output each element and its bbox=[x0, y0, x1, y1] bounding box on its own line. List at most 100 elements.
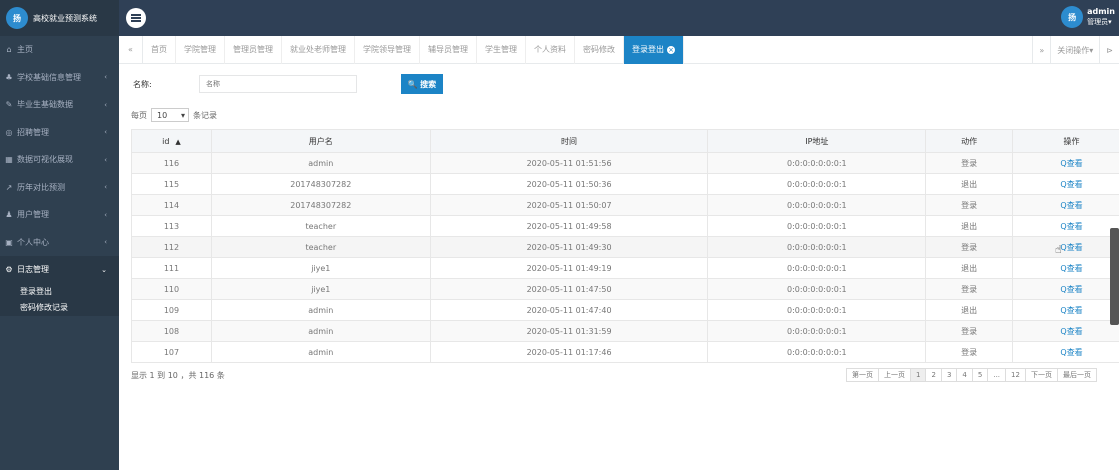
tab-admin[interactable]: 管理员管理 bbox=[225, 35, 282, 64]
page-ellipsis: ... bbox=[987, 368, 1007, 382]
cell-ip: 0:0:0:0:0:0:0:1 bbox=[707, 194, 927, 216]
column-header-ip[interactable]: IP地址 bbox=[707, 129, 927, 153]
column-header-operation: 操作 bbox=[1012, 129, 1119, 153]
chevron-left-icon: ‹ bbox=[104, 183, 107, 192]
column-header-username[interactable]: 用户名 bbox=[210, 129, 431, 153]
page-first-button[interactable]: 第一页 bbox=[846, 368, 879, 382]
sidebar-item-recruit[interactable]: ◎ 招聘管理 ‹ bbox=[0, 119, 119, 147]
tabs-scroll-right-button[interactable]: » bbox=[1032, 36, 1050, 64]
view-button[interactable]: Q查看 bbox=[1060, 201, 1082, 210]
page-number-button[interactable]: 4 bbox=[956, 368, 973, 382]
cell-time: 2020-05-11 01:17:46 bbox=[429, 341, 709, 363]
cell-time: 2020-05-11 01:50:07 bbox=[429, 194, 709, 216]
hand-cursor-icon: ☝ bbox=[1055, 243, 1062, 256]
tab-home[interactable]: 首页 bbox=[143, 35, 176, 64]
column-header-action[interactable]: 动作 bbox=[925, 129, 1014, 153]
cell-action: 登录 bbox=[925, 341, 1014, 363]
search-input[interactable] bbox=[199, 75, 357, 93]
chevron-left-icon: ‹ bbox=[104, 100, 107, 109]
user-menu[interactable]: 扬 admin 管理员▾ bbox=[1061, 6, 1115, 28]
pagination-info: 显示 1 到 10 ，共 116 条 bbox=[131, 371, 225, 380]
scrollbar-thumb[interactable] bbox=[1110, 228, 1119, 325]
logout-icon[interactable]: ⊳ bbox=[1099, 36, 1119, 64]
user-role: 管理员▾ bbox=[1087, 18, 1112, 26]
cell-id: 111 bbox=[131, 257, 212, 279]
trend-icon: ↗ bbox=[5, 182, 13, 192]
page-number-button[interactable]: 5 bbox=[971, 368, 989, 382]
tab-college-leader[interactable]: 学院领导管理 bbox=[355, 35, 420, 64]
tab-login-logout[interactable]: 登录登出 × bbox=[624, 35, 684, 64]
page-number-button[interactable]: 2 bbox=[925, 368, 942, 382]
gear-icon: ⚙ bbox=[5, 265, 13, 275]
sidebar-submenu-logs: 登录登出 密码修改记录 bbox=[0, 283, 119, 316]
table-header-row: id ▲ 用户名 时间 IP地址 动作 操作 bbox=[131, 129, 1119, 153]
view-button[interactable]: Q查看 bbox=[1060, 306, 1082, 315]
cell-action: 登录 bbox=[925, 320, 1014, 342]
column-header-id[interactable]: id ▲ bbox=[131, 129, 212, 153]
menu-toggle-button[interactable] bbox=[126, 8, 146, 28]
close-operations-dropdown[interactable]: 关闭操作▾ bbox=[1050, 36, 1099, 64]
sidebar-item-users[interactable]: ♟ 用户管理 ‹ bbox=[0, 201, 119, 229]
sidebar-item-logs[interactable]: ⚙ 日志管理 ⌄ bbox=[0, 256, 119, 284]
chevron-left-icon: ‹ bbox=[104, 238, 107, 247]
view-button[interactable]: Q查看 bbox=[1060, 264, 1082, 273]
view-button[interactable]: Q查看 bbox=[1060, 180, 1082, 189]
log-table: id ▲ 用户名 时间 IP地址 动作 操作 116 admin 2020-05-… bbox=[131, 129, 1119, 363]
view-button[interactable]: Q查看 bbox=[1060, 159, 1082, 168]
cell-ip: 0:0:0:0:0:0:0:1 bbox=[707, 320, 927, 342]
tab-password[interactable]: 密码修改 bbox=[575, 35, 624, 64]
sidebar-item-label: 毕业生基础数据 bbox=[17, 100, 73, 110]
table-row: 108 admin 2020-05-11 01:31:59 0:0:0:0:0:… bbox=[131, 320, 1119, 342]
tab-profile[interactable]: 个人资料 bbox=[526, 35, 575, 64]
sidebar-item-label: 数据可视化展现 bbox=[17, 155, 73, 165]
graduate-icon: ✎ bbox=[5, 100, 13, 110]
column-header-time[interactable]: 时间 bbox=[429, 129, 709, 153]
page-number-button[interactable]: 3 bbox=[940, 368, 958, 382]
view-button[interactable]: Q查看 bbox=[1060, 348, 1082, 357]
page-number-button[interactable]: 1 bbox=[910, 368, 927, 382]
sidebar-subitem-login-logout[interactable]: 登录登出 bbox=[0, 284, 119, 300]
tab-college[interactable]: 学院管理 bbox=[176, 35, 225, 64]
view-button[interactable]: Q查看 bbox=[1060, 243, 1082, 252]
sidebar-item-home[interactable]: ⌂ 主页 bbox=[0, 36, 119, 64]
tab-employment-teacher[interactable]: 就业处老师管理 bbox=[282, 35, 355, 64]
sidebar-item-visualization[interactable]: ▦ 数据可视化展现 ‹ bbox=[0, 146, 119, 174]
sidebar-item-profile[interactable]: ▣ 个人中心 ‹ bbox=[0, 229, 119, 257]
page-next-button[interactable]: 下一页 bbox=[1024, 368, 1058, 382]
cell-action: 登录 bbox=[925, 152, 1014, 174]
close-icon[interactable]: × bbox=[667, 45, 675, 54]
home-icon: ⌂ bbox=[6, 45, 12, 55]
sidebar-item-school-info[interactable]: ♣ 学校基础信息管理 ‹ bbox=[0, 64, 119, 92]
page-size-select[interactable]: 10 ▾ bbox=[151, 108, 189, 122]
table-row: 110 jiye1 2020-05-11 01:47:50 0:0:0:0:0:… bbox=[131, 278, 1119, 300]
tab-counselor[interactable]: 辅导员管理 bbox=[420, 35, 477, 64]
cell-user: 201748307282 bbox=[210, 194, 431, 216]
cell-ip: 0:0:0:0:0:0:0:1 bbox=[707, 152, 927, 174]
sidebar-item-label: 招聘管理 bbox=[17, 127, 49, 137]
tabs-scroll-left-button[interactable]: « bbox=[119, 35, 143, 64]
cell-ip: 0:0:0:0:0:0:0:1 bbox=[707, 173, 927, 195]
cell-action: 退出 bbox=[925, 215, 1014, 237]
page-prev-button[interactable]: 上一页 bbox=[878, 368, 911, 382]
top-header: 扬 高校就业预测系统 扬 admin 管理员▾ bbox=[0, 0, 1119, 36]
chevron-left-icon: ‹ bbox=[104, 155, 107, 164]
cell-ip: 0:0:0:0:0:0:0:1 bbox=[707, 299, 927, 321]
cell-action: 登录 bbox=[925, 194, 1014, 216]
page-size-suffix: 条记录 bbox=[193, 110, 217, 120]
cell-time: 2020-05-11 01:49:30 bbox=[429, 236, 709, 258]
sidebar-item-label: 历年对比预测 bbox=[17, 182, 65, 192]
view-button[interactable]: Q查看 bbox=[1060, 327, 1082, 336]
main-content: 名称: 🔍 搜索 每页 10 ▾ 条记录 id▲ 用户名 时间 IP地址 动作 … bbox=[119, 64, 1119, 470]
sidebar-subitem-password-records[interactable]: 密码修改记录 bbox=[0, 300, 119, 316]
search-button[interactable]: 🔍 搜索 bbox=[401, 74, 443, 94]
view-button[interactable]: Q查看 bbox=[1060, 285, 1082, 294]
cell-time: 2020-05-11 01:51:56 bbox=[429, 152, 709, 174]
sidebar-item-forecast[interactable]: ↗ 历年对比预测 ‹ bbox=[0, 174, 119, 202]
view-button[interactable]: Q查看 bbox=[1060, 222, 1082, 231]
sidebar-item-label: 主页 bbox=[17, 45, 33, 55]
page-last-button[interactable]: 最后一页 bbox=[1056, 368, 1097, 382]
cell-time: 2020-05-11 01:47:40 bbox=[429, 299, 709, 321]
tab-student[interactable]: 学生管理 bbox=[477, 35, 526, 64]
sidebar-item-graduate-data[interactable]: ✎ 毕业生基础数据 ‹ bbox=[0, 91, 119, 119]
page-number-button[interactable]: 12 bbox=[1005, 368, 1026, 382]
